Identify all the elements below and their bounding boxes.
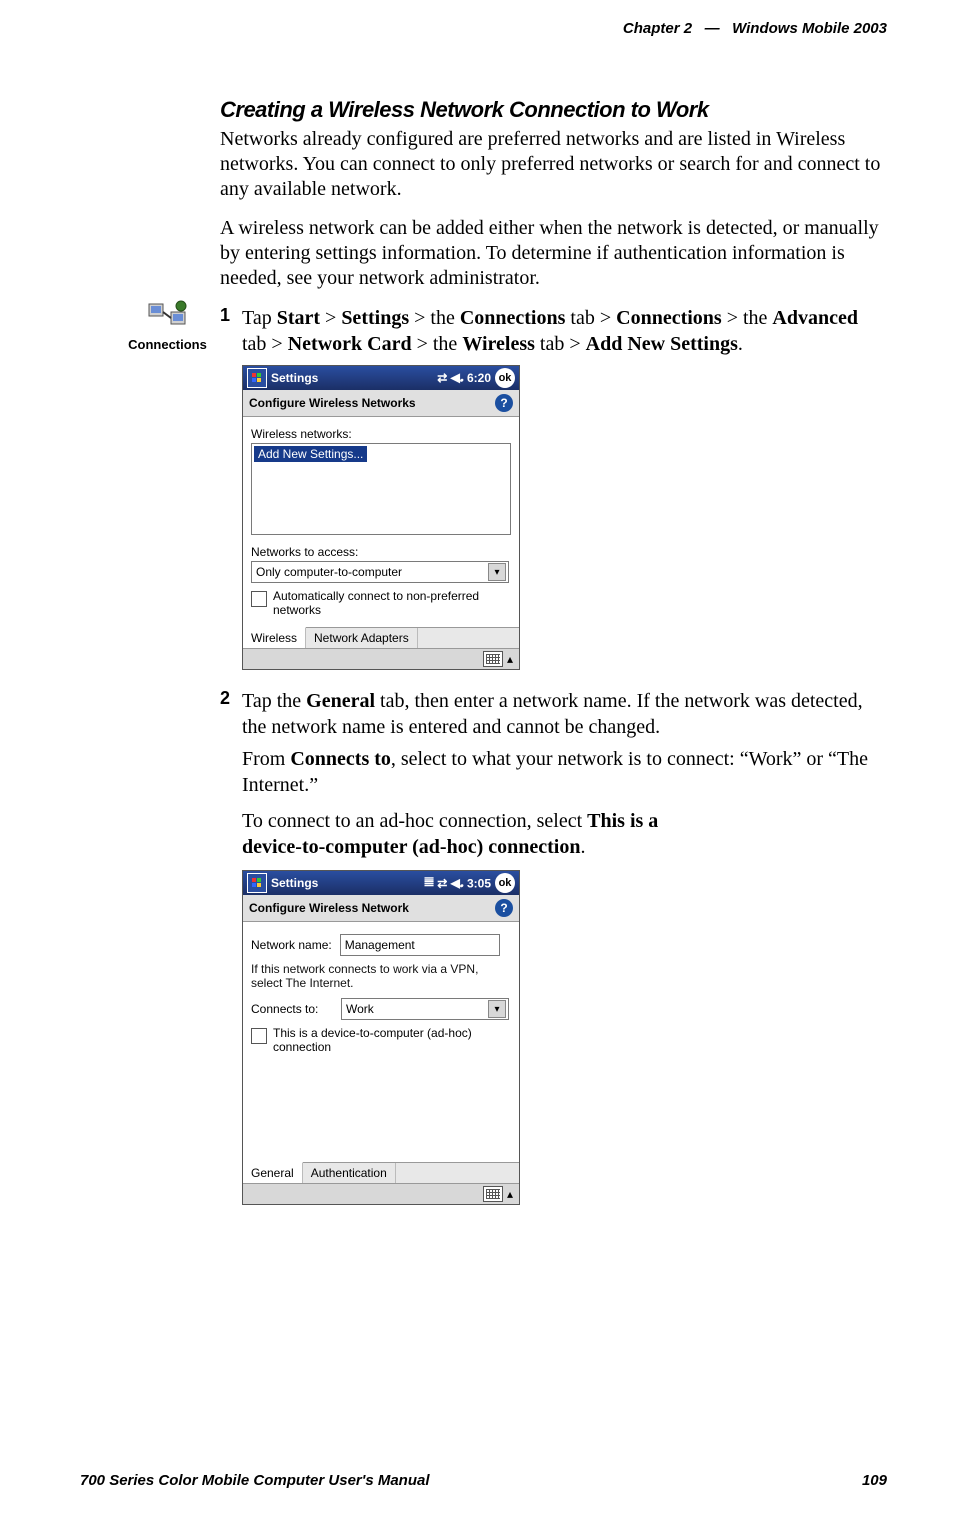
- start-flag-icon[interactable]: [247, 873, 267, 893]
- signal-icon[interactable]: 𝍤: [424, 875, 434, 889]
- ppc1-subtitle: Configure Wireless Networks: [249, 396, 416, 410]
- connects-to-dropdown[interactable]: Work ▾: [341, 998, 509, 1020]
- help-icon[interactable]: ?: [495, 899, 513, 917]
- footer-page-number: 109: [862, 1472, 887, 1489]
- network-name-label: Network name:: [251, 938, 332, 952]
- ok-button[interactable]: ok: [495, 368, 515, 388]
- speaker-icon[interactable]: ◀𝅘: [451, 371, 464, 385]
- step-2-number: 2: [220, 688, 242, 709]
- ppc2-subtitle: Configure Wireless Network: [249, 901, 409, 915]
- list-item-add-new[interactable]: Add New Settings...: [254, 446, 367, 462]
- chevron-down-icon[interactable]: ▾: [488, 1000, 506, 1018]
- ppc2-tabs: General Authentication: [243, 1162, 519, 1183]
- step-2: 2 Tap the General tab, then enter a netw…: [220, 688, 887, 740]
- step-2-body-connects: From Connects to, select to what your ne…: [242, 746, 887, 798]
- ppc2-sip-bar: ▴: [243, 1183, 519, 1204]
- connects-to-value: Work: [346, 1002, 374, 1016]
- ppc1-tabs: Wireless Network Adapters: [243, 627, 519, 648]
- sip-up-icon[interactable]: ▴: [507, 652, 513, 666]
- network-name-value: Management: [345, 938, 415, 952]
- page-footer: 700 Series Color Mobile Computer User's …: [80, 1472, 887, 1489]
- screenshot-configure-network: Settings 𝍤 ⇄ ◀𝅘 3:05 ok Configure Wirele…: [242, 870, 520, 1205]
- connections-icon-block: Connections: [120, 298, 215, 352]
- header-product: Windows Mobile 2003: [732, 20, 887, 37]
- sip-up-icon[interactable]: ▴: [507, 1187, 513, 1201]
- ppc1-wireless-networks-label: Wireless networks:: [251, 427, 511, 441]
- ok-button[interactable]: ok: [495, 873, 515, 893]
- ppc1-sip-bar: ▴: [243, 648, 519, 669]
- tab-general[interactable]: General: [243, 1162, 303, 1183]
- auto-connect-label: Automatically connect to non-preferred n…: [273, 589, 503, 617]
- adhoc-checkbox-label: This is a device-to-computer (ad-hoc) co…: [273, 1026, 503, 1054]
- adhoc-checkbox[interactable]: [251, 1028, 267, 1044]
- screenshot-wireless-networks: Settings ⇄ ◀𝅘 6:20 ok Configure Wireless…: [242, 365, 520, 670]
- connectivity-icon[interactable]: ⇄: [437, 371, 447, 385]
- ppc2-clock[interactable]: 3:05: [467, 876, 491, 890]
- ppc2-titlebar: Settings 𝍤 ⇄ ◀𝅘 3:05 ok: [243, 871, 519, 895]
- step-1-number: 1: [220, 305, 242, 326]
- ppc1-title: Settings: [271, 371, 318, 385]
- footer-manual-title: 700 Series Color Mobile Computer User's …: [80, 1472, 430, 1489]
- step-1-text: Tap Start > Settings > the Connections t…: [242, 305, 887, 357]
- speaker-icon[interactable]: ◀𝅘: [451, 876, 464, 890]
- step-2-body-adhoc: To connect to an ad-hoc connection, sele…: [242, 808, 887, 860]
- chevron-down-icon[interactable]: ▾: [488, 563, 506, 581]
- ppc1-clock[interactable]: 6:20: [467, 371, 491, 385]
- help-icon[interactable]: ?: [495, 394, 513, 412]
- networks-to-access-value: Only computer-to-computer: [256, 565, 402, 579]
- page-header: Chapter 2 — Windows Mobile 2003: [80, 20, 887, 37]
- header-dash: —: [705, 20, 720, 37]
- networks-to-access-dropdown[interactable]: Only computer-to-computer ▾: [251, 561, 509, 583]
- start-flag-icon[interactable]: [247, 368, 267, 388]
- tab-network-adapters[interactable]: Network Adapters: [306, 628, 418, 648]
- ppc2-tray: 𝍤 ⇄ ◀𝅘 3:05: [424, 873, 491, 894]
- header-chapter-number: 2: [684, 20, 692, 37]
- tab-wireless[interactable]: Wireless: [243, 627, 306, 648]
- connections-icon-label: Connections: [120, 337, 215, 352]
- connects-to-label: Connects to:: [251, 1002, 333, 1016]
- ppc1-networks-to-access-label: Networks to access:: [251, 545, 511, 559]
- connections-icon: [120, 298, 215, 335]
- auto-connect-checkbox[interactable]: [251, 591, 267, 607]
- step-1: 1 Tap Start > Settings > the Connections…: [220, 305, 887, 357]
- ppc1-tray: ⇄ ◀𝅘 6:20: [437, 370, 491, 385]
- network-name-input[interactable]: Management: [340, 934, 500, 956]
- ppc1-titlebar: Settings ⇄ ◀𝅘 6:20 ok: [243, 366, 519, 390]
- wireless-networks-listbox[interactable]: Add New Settings...: [251, 443, 511, 535]
- ppc2-subtitle-bar: Configure Wireless Network ?: [243, 895, 519, 922]
- tab-authentication[interactable]: Authentication: [303, 1163, 396, 1183]
- section-title: Creating a Wireless Network Connection t…: [220, 97, 887, 123]
- ppc1-subtitle-bar: Configure Wireless Networks ?: [243, 390, 519, 417]
- keyboard-icon[interactable]: [483, 1186, 503, 1202]
- step-2-text: Tap the General tab, then enter a networ…: [242, 688, 887, 740]
- section-para-2: A wireless network can be added either w…: [220, 216, 887, 291]
- ppc2-title: Settings: [271, 876, 318, 890]
- keyboard-icon[interactable]: [483, 651, 503, 667]
- section-para-1: Networks already configured are preferre…: [220, 127, 887, 202]
- ppc2-hint: If this network connects to work via a V…: [251, 962, 511, 990]
- connectivity-icon[interactable]: ⇄: [437, 876, 447, 890]
- header-chapter-label: Chapter: [623, 20, 680, 37]
